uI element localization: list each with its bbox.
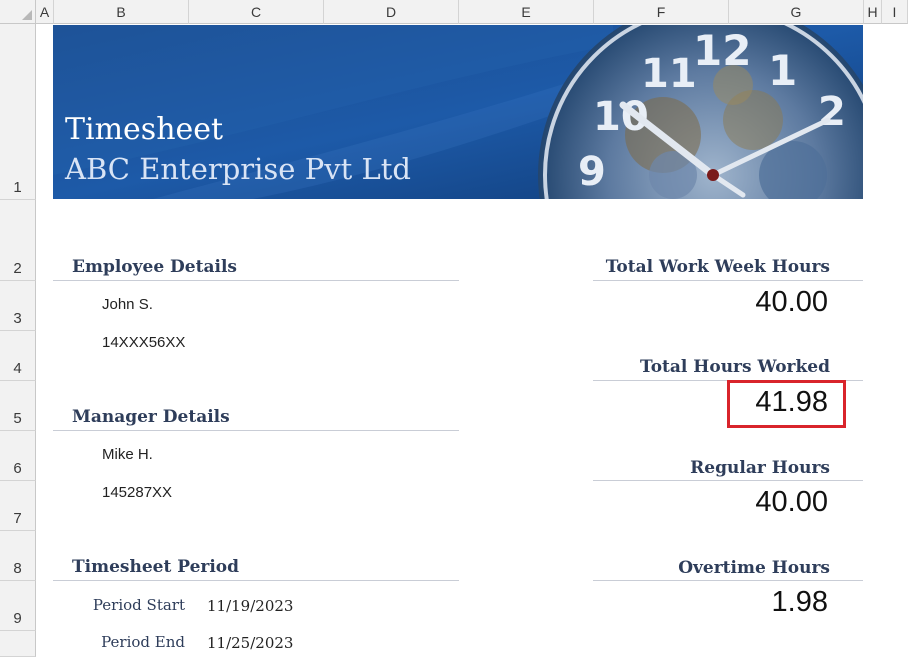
manager-details-heading: Manager Details [72, 407, 230, 427]
timesheet-period-heading: Timesheet Period [72, 557, 240, 577]
timesheet-period-rule [53, 580, 459, 581]
total-work-week-hours-rule [593, 280, 863, 281]
svg-text:11: 11 [641, 51, 697, 97]
column-header-b[interactable]: B [54, 0, 189, 24]
row-header-1[interactable]: 1 [0, 24, 36, 200]
period-end-label: Period End [101, 633, 185, 651]
period-end-cell[interactable]: 11/25/2023 [207, 634, 293, 652]
overtime-hours-label: Overtime Hours [678, 558, 830, 578]
banner-title: Timesheet [65, 112, 224, 147]
total-work-week-hours-label: Total Work Week Hours [605, 257, 830, 277]
svg-text:1: 1 [768, 46, 797, 95]
regular-hours-value[interactable]: 40.00 [755, 486, 828, 519]
column-header-f[interactable]: F [594, 0, 729, 24]
regular-hours-label: Regular Hours [690, 458, 830, 478]
row-header-6[interactable]: 6 [0, 431, 36, 481]
column-header-a[interactable]: A [36, 0, 54, 24]
overtime-hours-rule [593, 580, 863, 581]
regular-hours-rule [593, 480, 863, 481]
svg-text:9: 9 [578, 149, 606, 195]
row-header-2[interactable]: 2 [0, 200, 36, 281]
row-header-4[interactable]: 4 [0, 331, 36, 381]
total-hours-worked-label: Total Hours Worked [640, 357, 830, 377]
manager-details-rule [53, 430, 459, 431]
column-header-c[interactable]: C [189, 0, 324, 24]
row-header-7[interactable]: 7 [0, 481, 36, 531]
column-header-e[interactable]: E [459, 0, 594, 24]
row-header-9[interactable]: 9 [0, 581, 36, 631]
column-header-i[interactable]: I [882, 0, 908, 24]
svg-text:12: 12 [693, 26, 751, 75]
select-all-corner[interactable] [0, 0, 36, 24]
column-header-h[interactable]: H [864, 0, 882, 24]
period-start-label: Period Start [92, 596, 185, 614]
total-work-week-hours-value[interactable]: 40.00 [755, 286, 828, 319]
column-header-g[interactable]: G [729, 0, 864, 24]
column-header-d[interactable]: D [324, 0, 459, 24]
banner-subtitle: ABC Enterprise Pvt Ltd [65, 152, 411, 186]
svg-text:2: 2 [818, 89, 846, 135]
highlight-box [727, 380, 846, 428]
row-header-8[interactable]: 8 [0, 531, 36, 581]
employee-name-cell[interactable]: John S. [102, 296, 153, 313]
employee-id-cell[interactable]: 14XXX56XX [102, 334, 185, 351]
employee-details-rule [53, 280, 459, 281]
manager-id-cell[interactable]: 145287XX [102, 484, 172, 501]
row-header-5[interactable]: 5 [0, 381, 36, 431]
employee-details-heading: Employee Details [72, 257, 237, 277]
row-header-10[interactable] [0, 631, 36, 657]
row-header-3[interactable]: 3 [0, 281, 36, 331]
manager-name-cell[interactable]: Mike H. [102, 446, 153, 463]
overtime-hours-value[interactable]: 1.98 [772, 586, 828, 619]
period-start-cell[interactable]: 11/19/2023 [207, 597, 293, 615]
